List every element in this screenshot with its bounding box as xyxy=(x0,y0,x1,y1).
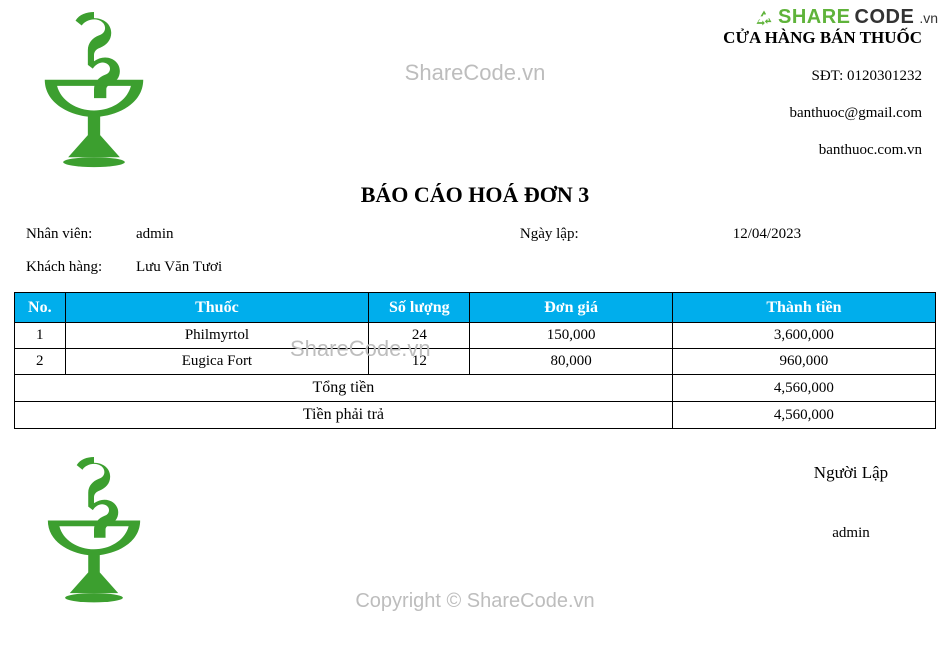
brand-code: CODE xyxy=(855,6,915,29)
report-title: BÁO CÁO HOÁ ĐƠN 3 xyxy=(14,182,936,208)
table-row: 1Philmyrtol24150,0003,600,000 xyxy=(15,323,936,349)
cell-soluong: 24 xyxy=(369,323,470,349)
summary-value: 4,560,000 xyxy=(672,402,935,429)
store-email: banthuoc@gmail.com xyxy=(723,105,922,122)
col-header-soluong: Số lượng xyxy=(369,293,470,323)
cell-soluong: 12 xyxy=(369,349,470,375)
store-name: CỬA HÀNG BÁN THUỐC xyxy=(723,28,922,48)
date-label: Ngày lập: xyxy=(520,226,610,243)
store-info: CỬA HÀNG BÁN THUỐC SĐT: 0120301232 banth… xyxy=(723,12,936,159)
bowl-of-hygieia-icon xyxy=(34,457,154,607)
info-row-customer: Khách hàng: Lưu Văn Tươi xyxy=(14,259,936,276)
cell-dongia: 80,000 xyxy=(470,349,672,375)
col-header-dongia: Đơn giá xyxy=(470,293,672,323)
cell-no: 1 xyxy=(15,323,66,349)
cell-thanhtien: 3,600,000 xyxy=(672,323,935,349)
employee-value: admin xyxy=(136,226,296,243)
customer-label: Khách hàng: xyxy=(26,259,136,276)
brand-share: SHARE xyxy=(778,6,851,29)
cell-thanhtien: 960,000 xyxy=(672,349,935,375)
signer-block: Người Lập admin xyxy=(796,457,936,542)
header: CỬA HÀNG BÁN THUỐC SĐT: 0120301232 banth… xyxy=(14,12,936,172)
sharecode-brand-logo: SHARECODE.vn xyxy=(754,6,938,29)
summary-label: Tổng tiền xyxy=(15,375,673,402)
signer-label: Người Lập xyxy=(814,463,888,483)
bowl-of-hygieia-icon xyxy=(29,12,159,172)
store-website: banthuoc.com.vn xyxy=(723,142,922,159)
invoice-table: No. Thuốc Số lượng Đơn giá Thành tiền 1P… xyxy=(14,292,936,429)
store-phone: SĐT: 0120301232 xyxy=(723,68,922,85)
cell-thuoc: Eugica Fort xyxy=(65,349,369,375)
date-value: 12/04/2023 xyxy=(610,226,924,243)
col-header-thanhtien: Thành tiền xyxy=(672,293,935,323)
summary-value: 4,560,000 xyxy=(672,375,935,402)
brand-vn: .vn xyxy=(919,10,938,26)
summary-row: Tổng tiền4,560,000 xyxy=(15,375,936,402)
cell-no: 2 xyxy=(15,349,66,375)
info-row-employee-date: Nhân viên: admin Ngày lập: 12/04/2023 xyxy=(14,226,936,243)
pharmacy-logo-footer xyxy=(34,457,164,607)
table-row: 2Eugica Fort1280,000960,000 xyxy=(15,349,936,375)
customer-value: Lưu Văn Tươi xyxy=(136,259,296,276)
col-header-no: No. xyxy=(15,293,66,323)
pharmacy-logo xyxy=(14,12,174,172)
employee-label: Nhân viên: xyxy=(26,226,136,243)
recycle-icon xyxy=(754,8,774,28)
cell-thuoc: Philmyrtol xyxy=(65,323,369,349)
cell-dongia: 150,000 xyxy=(470,323,672,349)
table-header-row: No. Thuốc Số lượng Đơn giá Thành tiền xyxy=(15,293,936,323)
footer: Người Lập admin xyxy=(14,457,936,607)
col-header-thuoc: Thuốc xyxy=(65,293,369,323)
signer-name: admin xyxy=(832,525,870,542)
summary-label: Tiền phải trả xyxy=(15,402,673,429)
summary-row: Tiền phải trả4,560,000 xyxy=(15,402,936,429)
